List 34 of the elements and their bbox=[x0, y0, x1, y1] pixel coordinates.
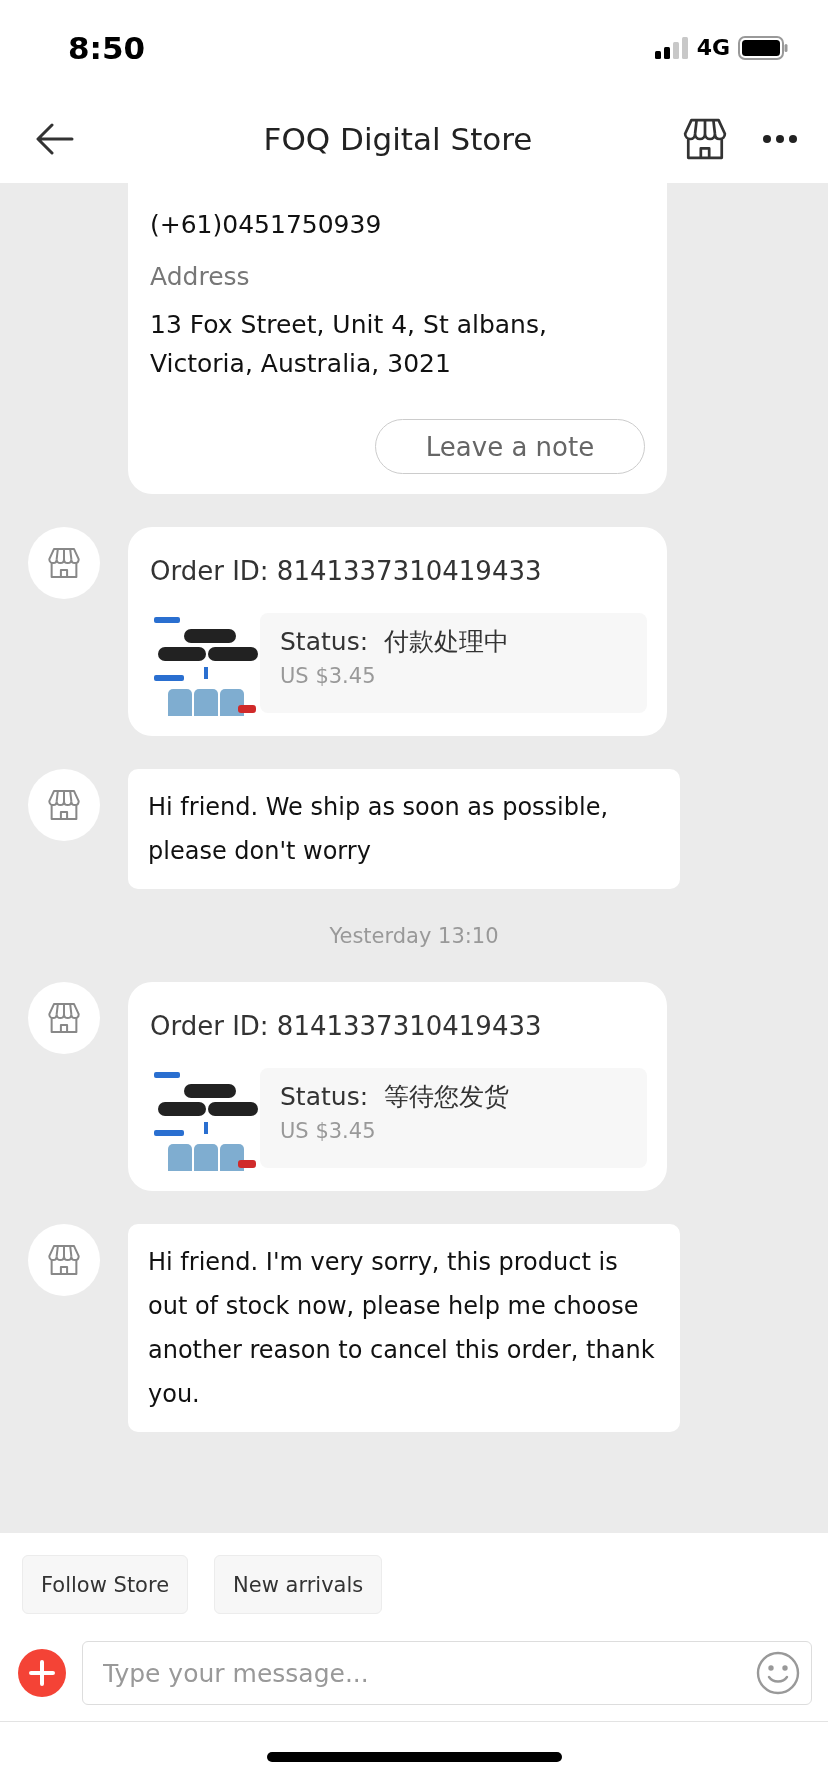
signal-icon bbox=[654, 36, 689, 59]
order-price: US $3.45 bbox=[280, 1118, 377, 1143]
back-button[interactable] bbox=[36, 123, 74, 155]
store-icon bbox=[682, 116, 728, 162]
add-button[interactable] bbox=[18, 1649, 66, 1697]
order-card[interactable]: Order ID: 8141337310419433 Status: 等待您发货 US $3.45 bbox=[128, 982, 667, 1191]
order-id: Order ID: 8141337310419433 bbox=[150, 1010, 543, 1043]
leave-note-button[interactable]: Leave a note bbox=[375, 419, 645, 474]
order-id: Order ID: 8141337310419433 bbox=[150, 555, 543, 588]
order-status: Status: 付款处理中 bbox=[280, 625, 510, 658]
more-button[interactable] bbox=[762, 134, 798, 144]
store-icon bbox=[47, 1001, 81, 1035]
quick-reply-chip[interactable]: Follow Store bbox=[22, 1555, 189, 1614]
store-button[interactable] bbox=[682, 116, 728, 162]
order-card[interactable]: Order ID: 8141337310419433 Status: 付款处理中 US $3.45 bbox=[128, 527, 667, 736]
store-title: FOQ Digital Store bbox=[262, 121, 534, 157]
address-text: 13 Fox Street, Unit 4, St albans, Victoria, Australia, 3021 bbox=[150, 309, 548, 380]
plus-icon bbox=[29, 1660, 55, 1686]
phone-number: (+61)0451750939 bbox=[150, 209, 383, 241]
order-status: Status: 等待您发货 bbox=[280, 1080, 510, 1113]
timestamp: Yesterday 13:10 bbox=[328, 923, 500, 949]
order-price: US $3.45 bbox=[280, 663, 377, 688]
message-bubble: Hi friend. I'm very sorry, this product is out of stock now, please help me choose another reason to cancel this order, thank you. bbox=[128, 1224, 680, 1432]
battery-icon bbox=[738, 35, 788, 60]
store-icon bbox=[47, 788, 81, 822]
quick-reply-chip[interactable]: New arrivals bbox=[214, 1555, 383, 1614]
status-time: 8:50 bbox=[68, 29, 146, 66]
network-label: 4G bbox=[696, 35, 730, 60]
address-label: Address bbox=[150, 261, 251, 293]
store-icon bbox=[47, 546, 81, 580]
emoji-icon[interactable] bbox=[756, 1651, 800, 1695]
message-bubble: Hi friend. We ship as soon as possible, please don't worry bbox=[128, 769, 680, 889]
store-icon bbox=[47, 1243, 81, 1277]
message-input[interactable]: Type your message... bbox=[82, 1641, 812, 1705]
